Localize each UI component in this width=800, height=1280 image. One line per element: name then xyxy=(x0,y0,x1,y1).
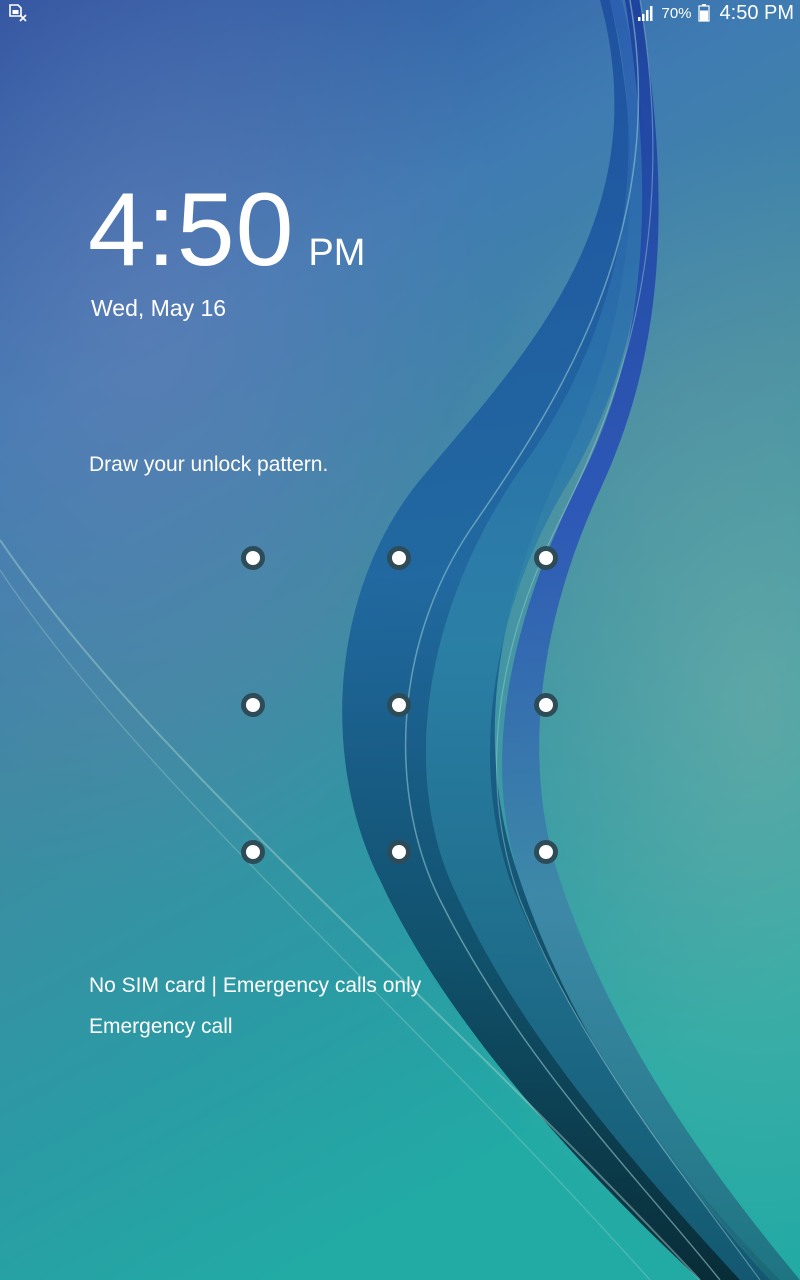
emergency-call-button[interactable]: Emergency call xyxy=(89,1015,233,1039)
pattern-dot-8[interactable] xyxy=(387,840,411,864)
pattern-dot-2[interactable] xyxy=(387,546,411,570)
unlock-pattern-grid[interactable] xyxy=(0,0,800,1280)
pattern-dot-3[interactable] xyxy=(534,546,558,570)
pattern-dot-4[interactable] xyxy=(241,693,265,717)
pattern-dot-5[interactable] xyxy=(387,693,411,717)
carrier-status: No SIM card | Emergency calls only xyxy=(89,974,422,997)
pattern-dot-7[interactable] xyxy=(241,840,265,864)
pattern-dot-1[interactable] xyxy=(241,546,265,570)
pattern-dot-9[interactable] xyxy=(534,840,558,864)
pattern-dot-6[interactable] xyxy=(534,693,558,717)
